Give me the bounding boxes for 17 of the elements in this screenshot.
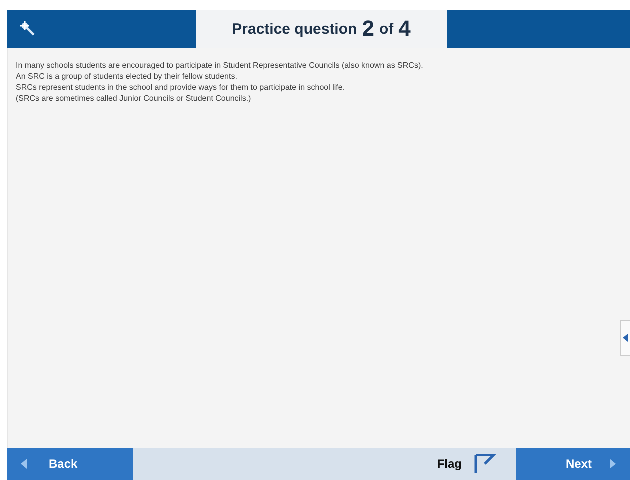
arrow-left-icon xyxy=(21,459,27,469)
passage-line: (SRCs are sometimes called Junior Councils or Student Councils.) xyxy=(16,93,252,104)
question-label: Practice question xyxy=(232,20,358,38)
back-button[interactable]: Back xyxy=(7,448,133,480)
next-button[interactable]: Next xyxy=(516,448,630,480)
passage-line: SRCs represent students in the school and provide ways for them to participate in school life. xyxy=(16,82,346,93)
arrow-right-icon xyxy=(610,459,616,469)
flag-label: Flag xyxy=(437,457,462,471)
arrow-left-icon xyxy=(623,334,628,342)
question-number: 2 xyxy=(362,16,374,42)
passage-line: An SRC is a group of students elected by their fellow students. xyxy=(16,71,238,82)
zoom-icon[interactable] xyxy=(19,20,37,38)
side-tab[interactable] xyxy=(620,320,630,356)
of-label: of xyxy=(379,20,394,38)
passage-line: In many schools students are encouraged to participate in Student Representative Councils (also known as SRCs). xyxy=(16,60,424,71)
flag-icon[interactable] xyxy=(474,454,496,474)
question-total: 4 xyxy=(398,16,411,42)
